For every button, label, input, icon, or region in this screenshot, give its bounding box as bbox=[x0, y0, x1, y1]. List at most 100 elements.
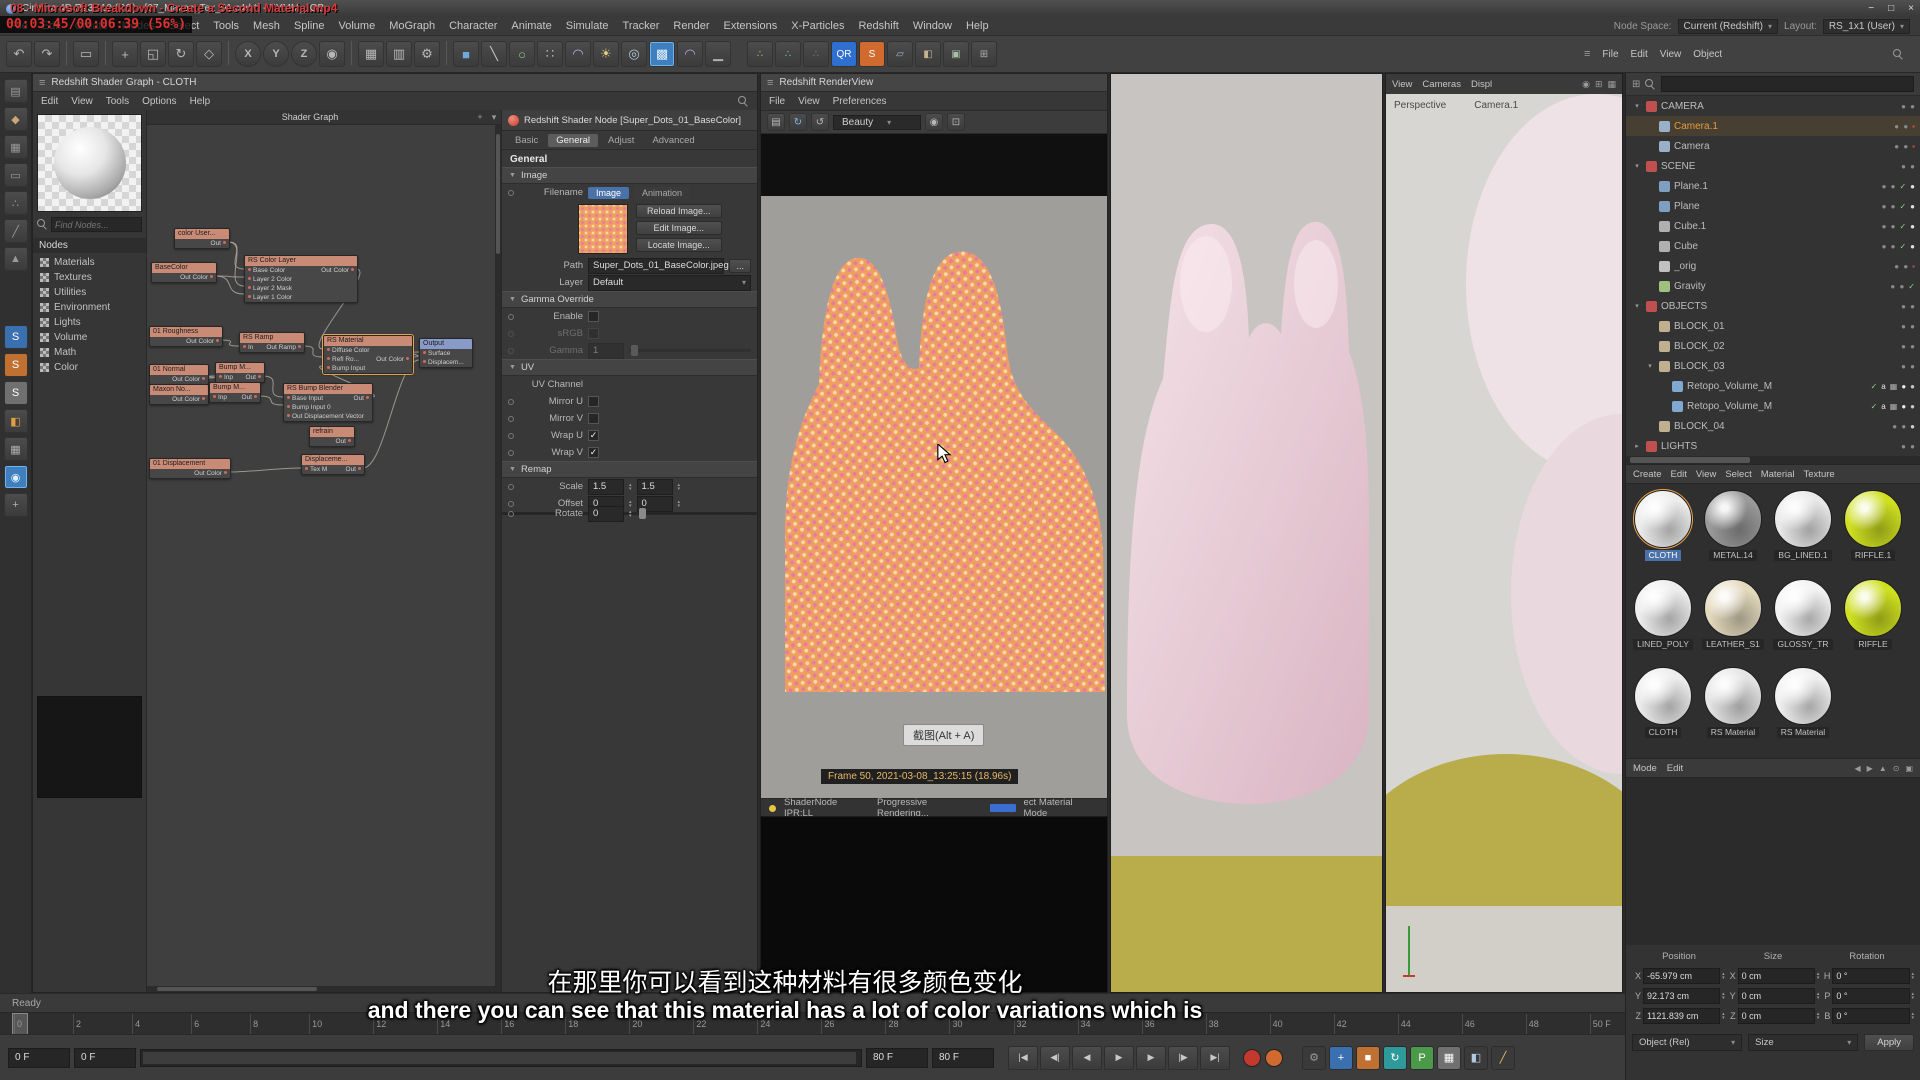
rotation-field[interactable]: 0 ° bbox=[1832, 988, 1909, 1004]
object-tree-item[interactable]: ▸ LIGHTS ● ● bbox=[1626, 436, 1920, 456]
crop-icon[interactable]: ⊡ bbox=[947, 113, 965, 131]
gamma-field[interactable]: 1 bbox=[588, 343, 624, 359]
toolbar-icon[interactable]: + bbox=[112, 41, 138, 67]
browse-button[interactable]: ... bbox=[729, 259, 751, 273]
input-port[interactable]: Refl Ro... bbox=[327, 355, 359, 364]
object-tree-item[interactable]: Camera ● ●▪ bbox=[1626, 136, 1920, 156]
node-category[interactable]: Environment bbox=[37, 300, 142, 315]
stepper-icon[interactable]: ▴▾ bbox=[1912, 1012, 1915, 1020]
menu-item[interactable]: Animate bbox=[511, 20, 551, 32]
object-tag-icon[interactable]: ● ● bbox=[1894, 142, 1909, 151]
menu-item[interactable]: Character bbox=[449, 20, 497, 32]
keying-icon[interactable]: ↻ bbox=[1383, 1046, 1407, 1070]
shader-node[interactable]: Bump M... Inp Out bbox=[209, 382, 261, 403]
toolbar-icon[interactable]: QR bbox=[831, 41, 857, 67]
stepper-icon[interactable]: ▴▾ bbox=[1722, 992, 1725, 1000]
output-port[interactable]: Out Color bbox=[321, 266, 354, 275]
object-tree-item[interactable]: Retopo_Volume_M ✓a▦●● bbox=[1626, 396, 1920, 416]
gamma-slider[interactable] bbox=[629, 349, 751, 352]
object-tree-item[interactable]: Retopo_Volume_M ✓a▦●● bbox=[1626, 376, 1920, 396]
material-menu-item[interactable]: Texture bbox=[1804, 469, 1835, 480]
object-tag-icon[interactable]: ● bbox=[1901, 382, 1907, 391]
expander-icon[interactable]: ▾ bbox=[1632, 162, 1642, 170]
material-item[interactable]: RIFFLE.1 bbox=[1840, 490, 1906, 575]
input-port[interactable]: Layer 1 Color bbox=[248, 293, 292, 302]
shader-node[interactable]: RS Bump Blender Base Input Out Bump Inpu… bbox=[283, 383, 373, 422]
toolbar-icon[interactable]: ↶ bbox=[6, 41, 32, 67]
stepper-icon[interactable]: ▴▾ bbox=[1817, 972, 1820, 980]
menu-item[interactable]: Help bbox=[966, 20, 989, 32]
timeline-scrollbar[interactable] bbox=[140, 1049, 862, 1067]
object-tag-icon[interactable]: ✓ bbox=[1871, 382, 1879, 391]
viewport-menu-item[interactable]: Displ bbox=[1471, 79, 1492, 90]
toolbar-icon[interactable]: ◱ bbox=[140, 41, 166, 67]
object-tree-item[interactable]: Camera.1 ● ●▪ bbox=[1626, 116, 1920, 136]
toolbar-icon[interactable] bbox=[228, 41, 229, 65]
object-tag-icon[interactable]: ● ● bbox=[1901, 162, 1916, 171]
burger-icon[interactable]: ≡ bbox=[1584, 48, 1590, 60]
object-tag-icon[interactable]: a bbox=[1881, 402, 1886, 411]
shader-graph-menu-item[interactable]: Options bbox=[142, 96, 176, 107]
rotation-field[interactable]: 0 ° bbox=[1832, 1008, 1909, 1024]
toolbar-icon[interactable]: ◉ bbox=[319, 41, 345, 67]
search-icon[interactable] bbox=[738, 96, 749, 107]
tree-horizontal-scrollbar[interactable] bbox=[1626, 456, 1920, 464]
object-tag-icon[interactable]: ● bbox=[1910, 382, 1916, 391]
render-image[interactable]: Frame 50, 2021-03-08_13:25:15 (18.96s) bbox=[761, 134, 1107, 798]
keying-icon[interactable]: P bbox=[1410, 1046, 1434, 1070]
input-port[interactable]: Base Input bbox=[287, 394, 323, 403]
shader-node[interactable]: Bump M... Inp Out bbox=[215, 362, 265, 383]
burger-icon[interactable]: ≡ bbox=[767, 77, 773, 89]
material-menu-item[interactable]: Edit bbox=[1671, 469, 1687, 480]
toolbar-icon[interactable]: S bbox=[859, 41, 885, 67]
tool-palette-icon[interactable]: ▲ bbox=[4, 247, 28, 271]
restart-render-icon[interactable]: ↺ bbox=[811, 113, 829, 131]
toolbar-icon[interactable] bbox=[66, 41, 67, 65]
object-tree-item[interactable]: ▾ OBJECTS ● ● bbox=[1626, 296, 1920, 316]
material-item[interactable]: METAL.14 bbox=[1700, 490, 1766, 575]
object-tag-icon[interactable]: ● bbox=[1910, 182, 1916, 191]
object-tree-item[interactable]: ▾ SCENE ● ● bbox=[1626, 156, 1920, 176]
output-port[interactable]: Out Color bbox=[180, 273, 213, 282]
output-port[interactable]: Out bbox=[346, 465, 361, 474]
node-space-select[interactable]: Current (Redshift)▾ bbox=[1678, 19, 1778, 34]
viewport-perspective[interactable]: ViewCamerasDispl ◉ ⊞ ▦ Perspective Camer… bbox=[1385, 73, 1623, 993]
size-field[interactable]: 0 cm bbox=[1738, 988, 1815, 1004]
object-tag-icon[interactable]: ✓ bbox=[1871, 402, 1879, 411]
size-field[interactable]: 0 cm bbox=[1738, 1008, 1815, 1024]
object-tag-icon[interactable]: ● ● bbox=[1901, 302, 1916, 311]
object-tree-item[interactable]: Gravity ● ●✓ bbox=[1626, 276, 1920, 296]
object-tag-icon[interactable]: ● ● bbox=[1901, 362, 1916, 371]
output-port[interactable]: Out bbox=[336, 437, 351, 446]
node-category[interactable]: Utilities bbox=[37, 285, 142, 300]
node-category[interactable]: Materials bbox=[37, 255, 142, 270]
object-mode-select[interactable]: Object (Rel)▾ bbox=[1632, 1034, 1742, 1051]
object-tag-icon[interactable]: ▪ bbox=[1912, 122, 1916, 131]
expander-icon[interactable]: ▸ bbox=[1632, 442, 1642, 450]
object-manager-menu-item[interactable]: File bbox=[1602, 49, 1618, 60]
menu-item[interactable]: Render bbox=[673, 20, 709, 32]
material-item[interactable]: RIFFLE bbox=[1840, 579, 1906, 664]
shader-node[interactable]: RS Color Layer Base Color Out Color Laye… bbox=[244, 255, 358, 303]
object-tag-icon[interactable]: ● bbox=[1910, 242, 1916, 251]
object-tag-icon[interactable]: ✓ bbox=[1899, 182, 1907, 191]
find-nodes-input[interactable] bbox=[51, 217, 142, 232]
material-menu-item[interactable]: View bbox=[1696, 469, 1716, 480]
toolbar-icon[interactable]: ▦ bbox=[358, 41, 384, 67]
output-port[interactable]: Out bbox=[211, 239, 226, 248]
object-tree-item[interactable]: ▾ CAMERA ● ● bbox=[1626, 96, 1920, 116]
toolbar-icon[interactable]: ○ bbox=[509, 41, 535, 67]
shader-node[interactable]: Maxon No... Out Color bbox=[149, 384, 209, 405]
object-tag-icon[interactable]: ● bbox=[1910, 222, 1916, 231]
stepper-icon[interactable]: ▴▾ bbox=[629, 483, 632, 491]
input-port[interactable]: Bump Input 0 bbox=[287, 403, 331, 412]
output-port[interactable]: Out Color bbox=[172, 395, 205, 404]
tool-palette-icon[interactable]: ∴ bbox=[4, 191, 28, 215]
shader-node[interactable]: 01 Roughness Out Color bbox=[149, 326, 223, 347]
attribute-nav-icon[interactable]: ◀ bbox=[1855, 764, 1861, 773]
node-category[interactable]: Volume bbox=[37, 330, 142, 345]
record-button[interactable] bbox=[1265, 1049, 1283, 1067]
toolbar-icon[interactable]: ◎ bbox=[621, 41, 647, 67]
keying-icon[interactable]: ⚙ bbox=[1302, 1046, 1326, 1070]
output-port[interactable]: Out Color bbox=[194, 469, 227, 478]
